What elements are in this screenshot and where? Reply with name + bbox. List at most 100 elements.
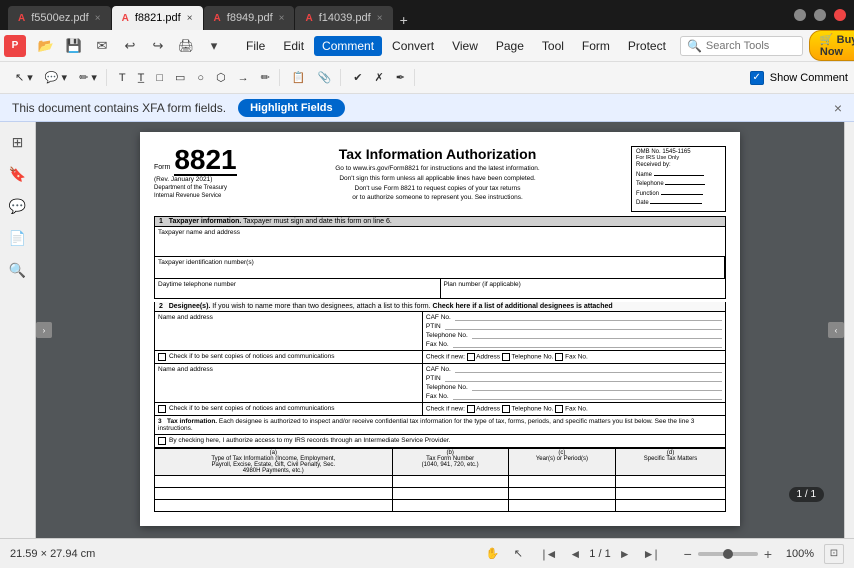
arrow-tool[interactable]: → (233, 70, 254, 86)
select-tool[interactable]: ↖ (506, 542, 530, 566)
window-controls: — ▭ × (794, 9, 846, 21)
cross-tool[interactable]: ✗ (370, 69, 389, 86)
isp-checkbox[interactable] (158, 437, 166, 445)
menu-file[interactable]: File (238, 36, 273, 56)
taxpayer-name-address: Taxpayer name and address (154, 227, 726, 257)
redo-icon[interactable]: ↪ (146, 34, 170, 58)
new-tab-button[interactable]: + (394, 10, 414, 30)
search-input[interactable] (706, 40, 796, 52)
sidebar-search-icon[interactable]: 🔍 (6, 258, 30, 282)
stamp-tool[interactable]: 📋 (287, 69, 311, 86)
search-box[interactable]: 🔍 (680, 36, 803, 56)
tab-f14039[interactable]: A f14039.pdf × (295, 6, 392, 30)
undo-icon[interactable]: ↩ (118, 34, 142, 58)
polygon-tool[interactable]: ⬡ (211, 69, 231, 86)
check-tool[interactable]: ✔ (348, 69, 367, 86)
rect-tool[interactable]: □ (151, 70, 168, 86)
new-fax-cb-1[interactable] (555, 353, 563, 361)
tab-label: f8949.pdf (227, 12, 273, 24)
save-icon[interactable]: 💾 (62, 34, 86, 58)
open-icon[interactable]: 📂 (34, 34, 58, 58)
zoom-in-button[interactable]: + (762, 546, 774, 562)
restore-button[interactable]: ▭ (814, 9, 826, 21)
tab-f5500ez[interactable]: A f5500ez.pdf × (8, 6, 111, 30)
attach-tool[interactable]: 📎 (313, 69, 337, 86)
sidebar-bookmark-icon[interactable]: 🔖 (6, 162, 30, 186)
print-icon[interactable]: 🖨 (174, 34, 198, 58)
menu-convert[interactable]: Convert (384, 36, 442, 56)
menu-view[interactable]: View (444, 36, 486, 56)
cursor-tool[interactable]: ↖ ▾ (10, 69, 38, 86)
highlight-fields-button[interactable]: Highlight Fields (238, 99, 345, 117)
collapse-left-arrow-icon[interactable]: › (36, 322, 52, 338)
title-bar: A f5500ez.pdf × A f8821.pdf × A f8949.pd… (0, 0, 854, 30)
collapse-right-button[interactable]: ‹ (828, 322, 844, 338)
show-comment-label: Show Comment (770, 72, 848, 84)
last-page-button[interactable]: ►| (639, 546, 662, 562)
next-page-button[interactable]: ► (615, 546, 635, 562)
copies-checkbox-2[interactable] (158, 405, 166, 413)
new-address-cb-2[interactable] (467, 405, 475, 413)
hand-tool[interactable]: ✋ (480, 542, 504, 566)
tab-f8949[interactable]: A f8949.pdf × (204, 6, 295, 30)
sidebar-pages-icon[interactable]: 📄 (6, 226, 30, 250)
zoom-out-button[interactable]: − (682, 546, 694, 562)
tab-close[interactable]: × (95, 13, 101, 24)
minimize-button[interactable]: — (794, 9, 806, 21)
prev-page-button[interactable]: ◄ (565, 546, 585, 562)
buy-now-button[interactable]: 🛒 Buy Now (809, 30, 854, 61)
app-logo: P (4, 35, 26, 57)
tab-f8821[interactable]: A f8821.pdf × (112, 6, 203, 30)
collapse-right-arrow-icon[interactable]: ‹ (828, 322, 844, 338)
markup-tool[interactable]: ✏ ▾ (74, 69, 102, 86)
sidebar-home-icon[interactable]: ⊞ (6, 130, 30, 154)
menu-comment[interactable]: Comment (314, 36, 382, 56)
left-sidebar: ⊞ 🔖 💬 📄 🔍 (0, 122, 36, 538)
menu-edit[interactable]: Edit (275, 36, 312, 56)
circle-tool[interactable]: ○ (192, 70, 209, 86)
form-title: Tax Information Authorization (252, 146, 623, 162)
email-icon[interactable]: ✉ (90, 34, 114, 58)
page-badge: 1 / 1 (789, 487, 824, 502)
new-fax-cb-2[interactable] (555, 405, 563, 413)
taxpayer-id-row: Taxpayer identification number(s) (154, 257, 726, 279)
first-page-button[interactable]: |◄ (538, 546, 561, 562)
menu-protect[interactable]: Protect (620, 36, 674, 56)
pencil-tool[interactable]: ✏ (256, 69, 275, 86)
show-comment-checkbox[interactable] (750, 71, 764, 85)
zoom-percentage: 100% (778, 548, 814, 560)
sign-tool[interactable]: ✒ (391, 69, 410, 86)
new-address-cb-1[interactable] (467, 353, 475, 361)
collapse-left-button[interactable]: › (36, 322, 52, 338)
zoom-slider[interactable] (698, 552, 758, 556)
comment-tool[interactable]: 💬 ▾ (40, 69, 72, 86)
xfa-close-button[interactable]: × (834, 100, 842, 116)
menu-tool[interactable]: Tool (534, 36, 572, 56)
tab-close[interactable]: × (279, 13, 285, 24)
tab-close[interactable]: × (377, 13, 383, 24)
toolbar-group-1: ↖ ▾ 💬 ▾ ✏ ▾ (6, 69, 107, 86)
section3-info: 3 Tax information. Each designee is auth… (154, 416, 726, 435)
copies-checkbox-1[interactable] (158, 353, 166, 361)
zoom-thumb[interactable] (723, 549, 733, 559)
cursor-tools: ✋ ↖ (480, 542, 530, 566)
rect2-tool[interactable]: ▭ (170, 69, 190, 86)
fit-page-button[interactable]: ⊡ (824, 544, 844, 564)
tab-label: f8821.pdf (135, 12, 181, 24)
new-phone-cb-2[interactable] (502, 405, 510, 413)
underline-tool[interactable]: T̲ (133, 70, 150, 86)
close-button[interactable]: × (834, 9, 846, 21)
tab-close[interactable]: × (187, 13, 193, 24)
dropdown-arrow-icon[interactable]: ▾ (202, 34, 226, 58)
menu-page[interactable]: Page (488, 36, 532, 56)
table-row (155, 487, 726, 499)
page-total: 1 (810, 489, 816, 500)
form-dept: Department of the Treasury (154, 185, 244, 193)
pdf-icon: A (305, 13, 312, 24)
toolbar-group-3: 📋 📎 (283, 69, 341, 86)
form-label: Form (154, 164, 170, 171)
new-phone-cb-1[interactable] (502, 353, 510, 361)
strikethrough-tool[interactable]: T (114, 70, 131, 86)
menu-form[interactable]: Form (574, 36, 618, 56)
sidebar-comment-icon[interactable]: 💬 (6, 194, 30, 218)
